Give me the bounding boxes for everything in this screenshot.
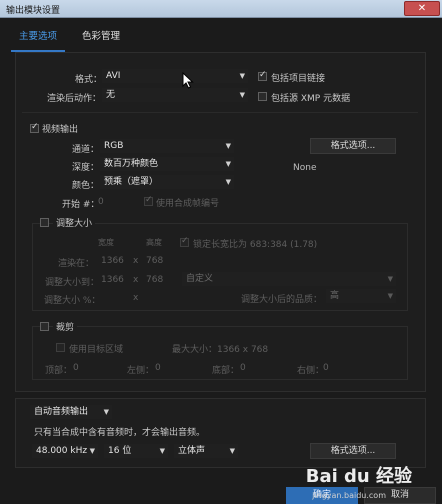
use-comp-frame-checkbox[interactable] (144, 195, 153, 206)
times-sign: x (133, 275, 139, 285)
render-width: 1366 (101, 256, 124, 266)
chevron-down-icon: ▼ (225, 160, 231, 168)
use-comp-frame-label: 使用合成帧编号 (156, 199, 220, 209)
audio-mode-value: 自动音频输出 (34, 407, 89, 417)
times-sign: x (133, 256, 139, 266)
max-size-label: 最大大小：1366 x 768 (172, 345, 269, 355)
resize-quality-label: 调整大小后的品质： (241, 295, 323, 305)
crop-left-label: 左侧： (127, 366, 155, 376)
video-output-label: 视频输出 (42, 125, 79, 135)
divider (22, 112, 418, 113)
format-label: 格式： (75, 75, 103, 85)
audio-bits-value: 16 位 (108, 446, 132, 456)
resize-checkbox[interactable] (40, 218, 49, 227)
tab-color-management[interactable]: 色彩管理 (82, 28, 120, 46)
chevron-down-icon: ▼ (387, 292, 393, 300)
depth-value: 数百万种颜色 (104, 159, 159, 169)
render-at-label: 渲染在： (58, 259, 95, 269)
video-format-options-button[interactable]: 格式选项... (310, 138, 396, 154)
height-header: 高度 (146, 238, 162, 247)
resize-quality-dropdown[interactable]: 高 ▼ (326, 289, 396, 303)
window-title: 输出模块设置 (6, 6, 61, 16)
include-project-link-label: 包括项目链接 (271, 74, 326, 84)
include-project-link-checkbox[interactable] (258, 70, 267, 81)
post-render-label: 渲染后动作： (47, 94, 102, 104)
chevron-down-icon: ▼ (239, 72, 245, 80)
post-render-value: 无 (106, 90, 116, 100)
resize-preset-value: 自定义 (186, 274, 214, 284)
audio-channels-value: 立体声 (178, 446, 206, 456)
title-bar: 输出模块设置 ✕ (0, 0, 442, 18)
include-xmp-checkbox[interactable] (258, 92, 267, 101)
resize-quality-value: 高 (330, 291, 340, 301)
audio-format-options-button[interactable]: 格式选项... (310, 443, 396, 459)
tab-main-options[interactable]: 主要选项 (10, 28, 66, 52)
chevron-down-icon: ▼ (89, 447, 95, 455)
chevron-down-icon: ▼ (159, 447, 165, 455)
include-xmp-label: 包括源 XMP 元数据 (271, 94, 351, 104)
start-frame-value[interactable]: 0 (98, 197, 104, 207)
audio-note: 只有当合成中含有音频时，才会输出音频。 (34, 428, 206, 438)
post-render-dropdown[interactable]: 无 ▼ (102, 88, 248, 102)
codec-info: None (293, 163, 317, 173)
close-button[interactable]: ✕ (404, 1, 440, 16)
video-output-checkbox[interactable] (30, 122, 39, 133)
watermark-logo: Bai du 经验 (305, 466, 412, 487)
resize-to-label: 调整大小到： (45, 278, 100, 288)
channel-label: 通道： (72, 145, 100, 155)
watermark-url: jingyan.baidu.com (312, 491, 386, 500)
use-roi-checkbox[interactable] (56, 343, 65, 352)
depth-dropdown[interactable]: 数百万种颜色 ▼ (100, 157, 234, 171)
format-value: AVI (106, 71, 121, 81)
start-frame-label: 开始 #： (62, 200, 100, 210)
audio-rate-dropdown[interactable]: 48.000 kHz ▼ (32, 444, 98, 458)
times-sign: x (133, 293, 139, 303)
render-height: 768 (146, 256, 164, 266)
audio-rate-value: 48.000 kHz (36, 446, 88, 456)
crop-bottom-value[interactable]: 0 (240, 363, 246, 373)
crop-top-label: 顶部： (45, 366, 73, 376)
audio-mode-dropdown[interactable]: 自动音频输出 ▼ (30, 405, 112, 419)
color-value: 预乘（遮罩） (104, 177, 159, 187)
chevron-down-icon: ▼ (225, 178, 231, 186)
format-dropdown[interactable]: AVI ▼ (102, 69, 248, 83)
lock-aspect-label: 锁定长宽比为 683:384 (1.78) (193, 240, 318, 250)
chevron-down-icon: ▼ (239, 91, 245, 99)
resize-preset-dropdown[interactable]: 自定义 ▼ (182, 272, 396, 286)
audio-channels-dropdown[interactable]: 立体声 ▼ (174, 444, 238, 458)
lock-aspect-checkbox[interactable] (180, 236, 189, 247)
resize-height[interactable]: 768 (146, 275, 163, 285)
crop-checkbox[interactable] (40, 322, 49, 331)
crop-right-value[interactable]: 0 (323, 363, 329, 373)
crop-bottom-label: 底部： (212, 366, 240, 376)
channel-dropdown[interactable]: RGB ▼ (100, 139, 234, 153)
crop-label: 裁剪 (53, 320, 78, 333)
resize-percent-label: 调整大小 %： (44, 296, 101, 306)
crop-top-value[interactable]: 0 (73, 363, 79, 373)
color-label: 颜色： (72, 181, 100, 191)
depth-label: 深度： (72, 163, 100, 173)
color-dropdown[interactable]: 预乘（遮罩） ▼ (100, 175, 234, 189)
chevron-down-icon: ▼ (229, 447, 235, 455)
resize-label: 调整大小 (53, 216, 96, 229)
resize-width[interactable]: 1366 (101, 275, 124, 285)
crop-left-value[interactable]: 0 (155, 363, 161, 373)
channel-value: RGB (104, 141, 124, 151)
use-roi-label: 使用目标区域 (69, 345, 124, 355)
mouse-cursor-icon (182, 72, 194, 89)
width-header: 宽度 (98, 238, 114, 247)
crop-right-label: 右侧： (297, 366, 325, 376)
chevron-down-icon: ▼ (103, 408, 109, 416)
chevron-down-icon: ▼ (225, 142, 231, 150)
chevron-down-icon: ▼ (387, 275, 393, 283)
audio-bits-dropdown[interactable]: 16 位 ▼ (104, 444, 168, 458)
